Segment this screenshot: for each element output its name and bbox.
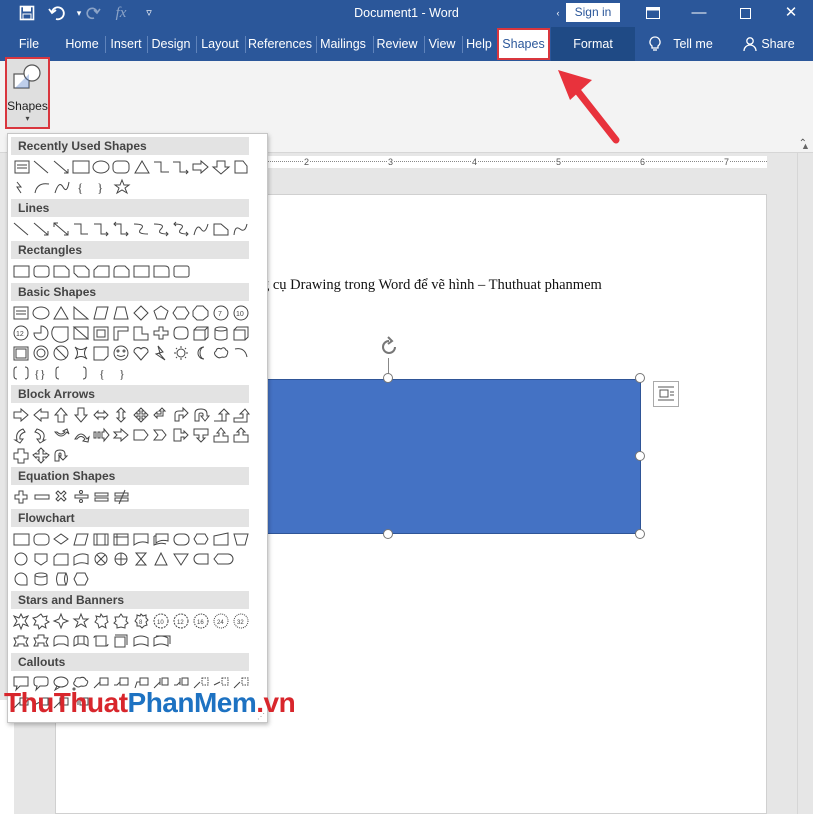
category-equation-shapes: Equation Shapes xyxy=(11,467,249,485)
category-recently-used: Recently Used Shapes xyxy=(11,137,249,155)
share-button[interactable]: Share xyxy=(760,27,796,61)
shape-row[interactable] xyxy=(11,344,256,364)
shapes-button[interactable]: Shapes ▾ xyxy=(5,57,50,129)
svg-text:32: 32 xyxy=(237,620,244,626)
ruler-number: 2 xyxy=(304,156,310,168)
svg-text:12: 12 xyxy=(177,620,184,626)
rectangle-shape[interactable] xyxy=(234,379,641,534)
watermark-part-2: PhanMem xyxy=(127,687,257,718)
svg-text:16: 16 xyxy=(197,620,204,626)
watermark-logo: ThuThuatPhanMem.vn xyxy=(4,687,296,719)
svg-text:}: } xyxy=(97,180,103,195)
svg-text:7: 7 xyxy=(218,311,222,318)
category-rectangles: Rectangles xyxy=(11,241,249,259)
shape-row[interactable]: { } xyxy=(11,178,256,198)
tab-insert[interactable]: Insert xyxy=(106,27,146,61)
word-window: ▾ fx ▿ Document1 - Word ‹ Sign in — ✕ Fi… xyxy=(0,0,813,814)
shape-row[interactable]: {} { } xyxy=(11,364,256,384)
category-block-arrows: Block Arrows xyxy=(11,385,249,403)
shape-row[interactable] xyxy=(11,406,256,426)
svg-text:12: 12 xyxy=(16,331,24,338)
ruler-number: 7 xyxy=(724,156,730,168)
category-stars-banners: Stars and Banners xyxy=(11,591,249,609)
tab-design[interactable]: Design xyxy=(148,27,194,61)
tab-review[interactable]: Review xyxy=(374,27,420,61)
shapes-icon xyxy=(13,64,41,89)
category-flowchart: Flowchart xyxy=(11,509,249,527)
resize-handle-top-right[interactable] xyxy=(635,373,645,383)
minimize-icon[interactable]: — xyxy=(676,0,722,27)
sign-in-button[interactable]: Sign in xyxy=(566,3,620,22)
tab-shapes[interactable]: Shapes xyxy=(497,28,550,60)
shape-row[interactable] xyxy=(11,426,256,446)
category-basic-shapes: Basic Shapes xyxy=(11,283,249,301)
ribbon-display-icon[interactable] xyxy=(630,0,676,27)
watermark-part-3: .vn xyxy=(256,687,296,718)
resize-handle-right[interactable] xyxy=(635,451,645,461)
chevron-down-icon: ▾ xyxy=(25,114,30,123)
shape-row[interactable] xyxy=(11,488,256,508)
vertical-scrollbar[interactable]: ▲ xyxy=(797,141,813,814)
shape-row[interactable] xyxy=(11,220,256,240)
tab-view[interactable]: View xyxy=(425,27,459,61)
tab-file[interactable]: File xyxy=(12,27,46,61)
tab-layout[interactable]: Layout xyxy=(197,27,243,61)
resize-handle-bottom-right[interactable] xyxy=(635,529,645,539)
close-icon[interactable]: ✕ xyxy=(768,0,813,27)
red-arrow-annotation xyxy=(558,70,620,144)
resize-handle-top[interactable] xyxy=(383,373,393,383)
shape-row[interactable] xyxy=(11,158,256,178)
shape-row[interactable] xyxy=(11,262,256,282)
svg-text:10: 10 xyxy=(157,620,164,626)
tab-format[interactable]: Format xyxy=(551,27,635,61)
category-callouts: Callouts xyxy=(11,653,249,671)
ruler-number: 5 xyxy=(556,156,562,168)
maximize-icon[interactable] xyxy=(722,0,768,27)
shape-row[interactable] xyxy=(11,570,256,590)
tab-home[interactable]: Home xyxy=(60,27,104,61)
tab-mailings[interactable]: Mailings xyxy=(317,27,369,61)
document-text[interactable]: g cụ Drawing trong Word để vẽ hình – Thu… xyxy=(262,277,602,294)
ribbon-tabs: File Home Insert Design Layout Reference… xyxy=(0,27,813,61)
layout-options-icon[interactable] xyxy=(653,381,679,407)
ruler-number: 4 xyxy=(472,156,478,168)
ruler-number: 6 xyxy=(640,156,646,168)
shape-row[interactable] xyxy=(11,446,256,466)
svg-text:}: } xyxy=(119,367,125,381)
shapes-button-label: Shapes xyxy=(7,99,48,113)
shape-row[interactable]: 12 xyxy=(11,324,256,344)
shapes-gallery: Recently Used Shapes {} Lines Rectangle… xyxy=(7,133,268,723)
tab-references[interactable]: References xyxy=(246,27,314,61)
shape-row[interactable] xyxy=(11,530,256,550)
shape-row[interactable]: 8 10 12 16 24 32 xyxy=(11,612,256,632)
ruler-number: 3 xyxy=(388,156,394,168)
scroll-up-icon[interactable]: ▲ xyxy=(798,141,813,151)
svg-text:8: 8 xyxy=(139,620,143,626)
svg-text:24: 24 xyxy=(217,620,224,626)
svg-text:{: { xyxy=(77,180,83,195)
category-lines: Lines xyxy=(11,199,249,217)
tell-me-search[interactable]: Tell me xyxy=(670,27,716,61)
svg-text:10: 10 xyxy=(236,311,244,318)
title-bar: ▾ fx ▿ Document1 - Word ‹ Sign in — ✕ xyxy=(0,0,813,27)
tab-help[interactable]: Help xyxy=(463,27,495,61)
shape-row[interactable] xyxy=(11,550,256,570)
svg-text:{: { xyxy=(99,367,105,381)
shape-row[interactable] xyxy=(11,632,256,652)
share-person-icon xyxy=(740,27,760,61)
watermark-part-1: ThuThuat xyxy=(4,687,128,718)
resize-handle-bottom[interactable] xyxy=(383,529,393,539)
lightbulb-icon xyxy=(645,27,665,61)
shape-row[interactable]: 7 10 xyxy=(11,304,256,324)
rotate-handle-icon[interactable] xyxy=(376,334,402,360)
svg-text:{}: {} xyxy=(34,367,46,381)
